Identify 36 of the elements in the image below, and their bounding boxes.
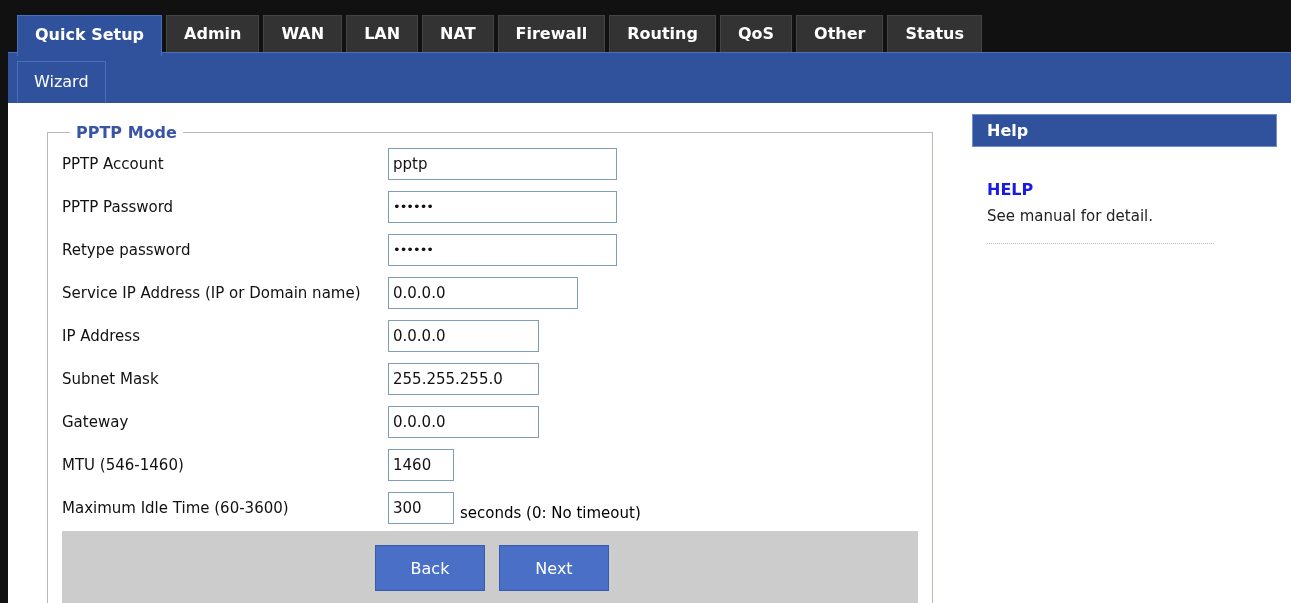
nav-tab[interactable]: Other [796,15,884,52]
field-label: Subnet Mask [62,369,160,388]
nav-tab[interactable]: NAT [422,15,494,52]
field-note: seconds (0: No timeout) [460,503,641,522]
help-header: Help [972,114,1277,147]
input-field[interactable]: •••••• [388,233,617,266]
input-field[interactable]: pptp [388,147,617,180]
subnav-tab[interactable]: Wizard [17,61,106,103]
field-label: PPTP Account [62,154,165,173]
field-label: Service IP Address (IP or Domain name) [62,283,362,302]
input-field[interactable]: 1460 [388,448,454,481]
field-label: Retype password [62,240,192,259]
input-field[interactable]: •••••• [388,190,617,223]
nav-tab[interactable]: LAN [346,15,419,52]
field-label: MTU (546-1460) [62,455,185,474]
field-label: Gateway [62,412,130,431]
input-field[interactable]: 255.255.255.0 [388,362,539,395]
field-label: PPTP Password [62,197,175,216]
input-field[interactable]: 0.0.0.0 [388,276,578,309]
nav-tab[interactable]: Admin [166,15,260,52]
input-field[interactable]: 300 [388,491,454,524]
form-legend: PPTP Mode [70,123,183,142]
input-field[interactable]: 0.0.0.0 [388,405,539,438]
nav-tab[interactable]: QoS [719,15,793,52]
field-label: Maximum Idle Time (60-3600) [62,498,290,517]
nav-tab[interactable]: WAN [263,15,343,52]
nav-tab[interactable]: Firewall [497,15,606,52]
wizard-button[interactable]: Next [499,545,609,591]
nav-tab[interactable]: Routing [609,15,716,52]
nav-tab[interactable]: Status [887,15,982,52]
help-text: See manual for detail. [987,207,1154,225]
help-title: HELP [987,180,1035,199]
field-label: IP Address [62,326,141,345]
nav-tab[interactable]: Quick Setup [17,15,163,56]
wizard-button[interactable]: Back [375,545,485,591]
input-field[interactable]: 0.0.0.0 [388,319,539,352]
